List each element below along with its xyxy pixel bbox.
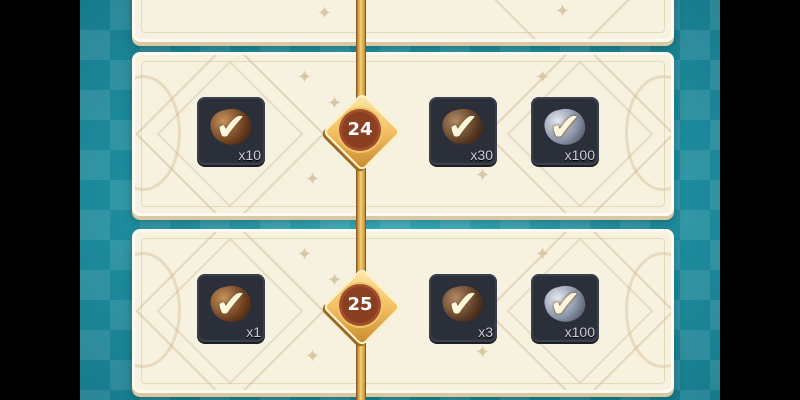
level-badge: 25 xyxy=(322,267,402,347)
sparkle-icon: ✦ xyxy=(475,342,491,363)
level-badge: 24 xyxy=(322,92,402,172)
reward-tile-iron-ore[interactable]: ✔ x3 xyxy=(429,274,497,342)
checkmark-icon: ✔ xyxy=(549,282,581,326)
checkmark-icon: ✔ xyxy=(549,105,581,149)
sparkle-icon: ✦ xyxy=(555,1,571,22)
sparkle-icon: ✦ xyxy=(535,244,551,265)
reward-quantity: x100 xyxy=(564,324,595,340)
checkmark-icon: ✔ xyxy=(215,282,247,326)
sparkle-icon: ✦ xyxy=(317,3,333,24)
sparkle-icon: ✦ xyxy=(297,67,313,88)
reward-tile-iron-ore[interactable]: ✔ x30 xyxy=(429,97,497,165)
sparkle-icon: ✦ xyxy=(305,346,321,367)
level-number: 24 xyxy=(347,119,373,140)
reward-tile-copper-ore[interactable]: ✔ x10 xyxy=(197,97,265,165)
reward-quantity: x10 xyxy=(238,147,261,163)
reward-quantity: x3 xyxy=(478,324,493,340)
reward-tile-silver-ore[interactable]: ✔ x100 xyxy=(531,274,599,342)
reward-quantity: x1 xyxy=(246,324,261,340)
reward-tile-copper-ore[interactable]: ✔ x1 xyxy=(197,274,265,342)
reward-track-screen: ✦ ✦ ✦ ✦ ✦ ✦ ✦ ✦ ✦ ✦ ✦ ✦ ✔ x10 24 ✔ x30 ✔… xyxy=(80,0,720,400)
sparkle-icon: ✦ xyxy=(297,244,313,265)
reward-quantity: x100 xyxy=(564,147,595,163)
checkmark-icon: ✔ xyxy=(447,282,479,326)
checkmark-icon: ✔ xyxy=(215,105,247,149)
reward-row-previous: ✦ ✦ xyxy=(132,0,674,42)
sparkle-icon: ✦ xyxy=(305,169,321,190)
reward-quantity: x30 xyxy=(470,147,493,163)
reward-tile-silver-ore[interactable]: ✔ x100 xyxy=(531,97,599,165)
level-number: 25 xyxy=(347,294,373,315)
checkmark-icon: ✔ xyxy=(447,105,479,149)
sparkle-icon: ✦ xyxy=(535,67,551,88)
sparkle-icon: ✦ xyxy=(475,165,491,186)
